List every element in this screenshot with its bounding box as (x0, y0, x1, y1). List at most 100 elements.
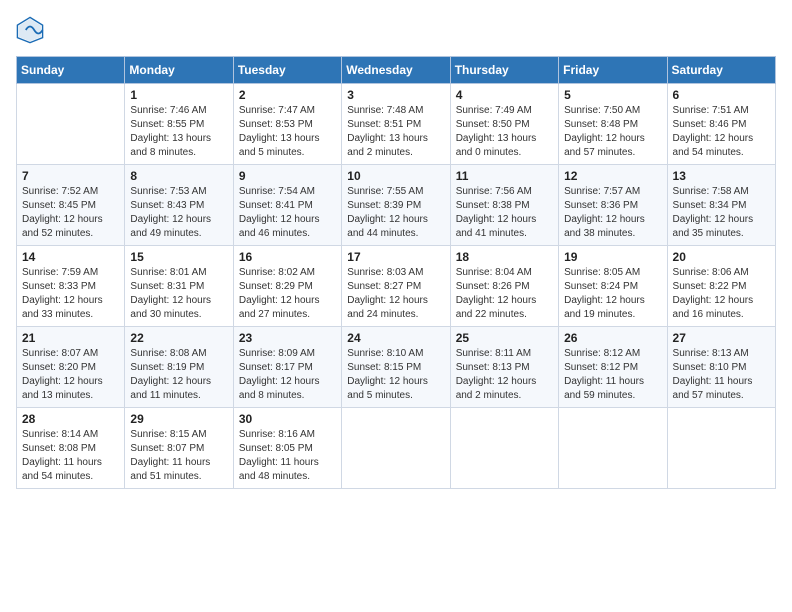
header-cell-wednesday: Wednesday (342, 57, 450, 84)
day-info: Sunrise: 8:04 AM Sunset: 8:26 PM Dayligh… (456, 266, 553, 322)
day-info: Sunrise: 8:13 AM Sunset: 8:10 PM Dayligh… (673, 347, 770, 403)
day-info: Sunrise: 8:15 AM Sunset: 8:07 PM Dayligh… (130, 428, 227, 484)
day-number: 11 (456, 169, 553, 183)
day-number: 3 (347, 88, 444, 102)
day-cell: 27 Sunrise: 8:13 AM Sunset: 8:10 PM Dayli… (667, 327, 775, 408)
day-info: Sunrise: 8:02 AM Sunset: 8:29 PM Dayligh… (239, 266, 336, 322)
day-number: 6 (673, 88, 770, 102)
day-info: Sunrise: 7:49 AM Sunset: 8:50 PM Dayligh… (456, 104, 553, 160)
day-cell: 19 Sunrise: 8:05 AM Sunset: 8:24 PM Dayli… (559, 246, 667, 327)
day-info: Sunrise: 8:09 AM Sunset: 8:17 PM Dayligh… (239, 347, 336, 403)
day-cell: 15Sunrise: 8:01 AM Sunset: 8:31 PM Dayli… (125, 246, 233, 327)
day-number: 26 (564, 331, 661, 345)
day-cell: 17Sunrise: 8:03 AM Sunset: 8:27 PM Dayli… (342, 246, 450, 327)
day-number: 22 (130, 331, 227, 345)
day-info: Sunrise: 8:06 AM Sunset: 8:22 PM Dayligh… (673, 266, 770, 322)
day-cell: 13 Sunrise: 7:58 AM Sunset: 8:34 PM Dayli… (667, 165, 775, 246)
day-number: 10 (347, 169, 444, 183)
day-info: Sunrise: 8:11 AM Sunset: 8:13 PM Dayligh… (456, 347, 553, 403)
week-row-3: 14 Sunrise: 7:59 AM Sunset: 8:33 PM Dayli… (17, 246, 776, 327)
day-cell: 26 Sunrise: 8:12 AM Sunset: 8:12 PM Dayli… (559, 327, 667, 408)
day-cell (559, 408, 667, 489)
day-info: Sunrise: 8:01 AM Sunset: 8:31 PM Dayligh… (130, 266, 227, 322)
day-info: Sunrise: 7:59 AM Sunset: 8:33 PM Dayligh… (22, 266, 119, 322)
day-cell: 1 Sunrise: 7:46 AM Sunset: 8:55 PM Daylig… (125, 84, 233, 165)
day-number: 7 (22, 169, 119, 183)
week-row-5: 28Sunrise: 8:14 AM Sunset: 8:08 PM Dayli… (17, 408, 776, 489)
day-info: Sunrise: 7:55 AM Sunset: 8:39 PM Dayligh… (347, 185, 444, 241)
page-header (16, 16, 776, 44)
day-cell: 25 Sunrise: 8:11 AM Sunset: 8:13 PM Dayli… (450, 327, 558, 408)
day-cell (342, 408, 450, 489)
day-info: Sunrise: 7:56 AM Sunset: 8:38 PM Dayligh… (456, 185, 553, 241)
header-cell-sunday: Sunday (17, 57, 125, 84)
day-info: Sunrise: 8:07 AM Sunset: 8:20 PM Dayligh… (22, 347, 119, 403)
day-info: Sunrise: 7:46 AM Sunset: 8:55 PM Dayligh… (130, 104, 227, 160)
day-number: 21 (22, 331, 119, 345)
day-cell: 23 Sunrise: 8:09 AM Sunset: 8:17 PM Dayli… (233, 327, 341, 408)
day-info: Sunrise: 7:53 AM Sunset: 8:43 PM Dayligh… (130, 185, 227, 241)
day-info: Sunrise: 8:14 AM Sunset: 8:08 PM Dayligh… (22, 428, 119, 484)
day-info: Sunrise: 7:54 AM Sunset: 8:41 PM Dayligh… (239, 185, 336, 241)
day-number: 1 (130, 88, 227, 102)
day-number: 23 (239, 331, 336, 345)
day-number: 19 (564, 250, 661, 264)
day-cell: 3 Sunrise: 7:48 AM Sunset: 8:51 PM Daylig… (342, 84, 450, 165)
day-cell: 22 Sunrise: 8:08 AM Sunset: 8:19 PM Dayli… (125, 327, 233, 408)
day-info: Sunrise: 7:48 AM Sunset: 8:51 PM Dayligh… (347, 104, 444, 160)
week-row-2: 7 Sunrise: 7:52 AM Sunset: 8:45 PM Daylig… (17, 165, 776, 246)
day-number: 24 (347, 331, 444, 345)
day-number: 13 (673, 169, 770, 183)
day-number: 5 (564, 88, 661, 102)
logo (16, 16, 48, 44)
day-cell: 14 Sunrise: 7:59 AM Sunset: 8:33 PM Dayli… (17, 246, 125, 327)
day-cell: 7 Sunrise: 7:52 AM Sunset: 8:45 PM Daylig… (17, 165, 125, 246)
day-number: 27 (673, 331, 770, 345)
day-cell: 9 Sunrise: 7:54 AM Sunset: 8:41 PM Daylig… (233, 165, 341, 246)
logo-icon (16, 16, 44, 44)
day-number: 9 (239, 169, 336, 183)
day-cell: 12Sunrise: 7:57 AM Sunset: 8:36 PM Dayli… (559, 165, 667, 246)
day-number: 16 (239, 250, 336, 264)
header-cell-thursday: Thursday (450, 57, 558, 84)
day-number: 4 (456, 88, 553, 102)
day-cell: 8 Sunrise: 7:53 AM Sunset: 8:43 PM Daylig… (125, 165, 233, 246)
day-number: 25 (456, 331, 553, 345)
day-info: Sunrise: 7:58 AM Sunset: 8:34 PM Dayligh… (673, 185, 770, 241)
day-info: Sunrise: 8:12 AM Sunset: 8:12 PM Dayligh… (564, 347, 661, 403)
calendar-table: SundayMondayTuesdayWednesdayThursdayFrid… (16, 56, 776, 489)
day-info: Sunrise: 7:57 AM Sunset: 8:36 PM Dayligh… (564, 185, 661, 241)
day-cell: 20 Sunrise: 8:06 AM Sunset: 8:22 PM Dayli… (667, 246, 775, 327)
day-cell (667, 408, 775, 489)
day-info: Sunrise: 7:52 AM Sunset: 8:45 PM Dayligh… (22, 185, 119, 241)
day-info: Sunrise: 8:16 AM Sunset: 8:05 PM Dayligh… (239, 428, 336, 484)
day-cell: 21 Sunrise: 8:07 AM Sunset: 8:20 PM Dayli… (17, 327, 125, 408)
header-cell-monday: Monday (125, 57, 233, 84)
day-number: 8 (130, 169, 227, 183)
day-cell: 4 Sunrise: 7:49 AM Sunset: 8:50 PM Daylig… (450, 84, 558, 165)
header-cell-friday: Friday (559, 57, 667, 84)
day-cell: 28Sunrise: 8:14 AM Sunset: 8:08 PM Dayli… (17, 408, 125, 489)
day-info: Sunrise: 8:03 AM Sunset: 8:27 PM Dayligh… (347, 266, 444, 322)
day-number: 2 (239, 88, 336, 102)
calendar-body: 1 Sunrise: 7:46 AM Sunset: 8:55 PM Daylig… (17, 84, 776, 489)
week-row-4: 21 Sunrise: 8:07 AM Sunset: 8:20 PM Dayli… (17, 327, 776, 408)
day-cell: 30Sunrise: 8:16 AM Sunset: 8:05 PM Dayli… (233, 408, 341, 489)
day-cell: 16 Sunrise: 8:02 AM Sunset: 8:29 PM Dayli… (233, 246, 341, 327)
day-number: 14 (22, 250, 119, 264)
day-info: Sunrise: 8:08 AM Sunset: 8:19 PM Dayligh… (130, 347, 227, 403)
day-cell: 18 Sunrise: 8:04 AM Sunset: 8:26 PM Dayli… (450, 246, 558, 327)
day-cell: 10 Sunrise: 7:55 AM Sunset: 8:39 PM Dayli… (342, 165, 450, 246)
day-info: Sunrise: 8:10 AM Sunset: 8:15 PM Dayligh… (347, 347, 444, 403)
day-info: Sunrise: 7:50 AM Sunset: 8:48 PM Dayligh… (564, 104, 661, 160)
day-number: 20 (673, 250, 770, 264)
day-cell: 6Sunrise: 7:51 AM Sunset: 8:46 PM Daylig… (667, 84, 775, 165)
day-cell: 24 Sunrise: 8:10 AM Sunset: 8:15 PM Dayli… (342, 327, 450, 408)
header-cell-saturday: Saturday (667, 57, 775, 84)
day-info: Sunrise: 7:47 AM Sunset: 8:53 PM Dayligh… (239, 104, 336, 160)
day-info: Sunrise: 8:05 AM Sunset: 8:24 PM Dayligh… (564, 266, 661, 322)
day-number: 18 (456, 250, 553, 264)
day-number: 29 (130, 412, 227, 426)
day-cell (450, 408, 558, 489)
header-cell-tuesday: Tuesday (233, 57, 341, 84)
